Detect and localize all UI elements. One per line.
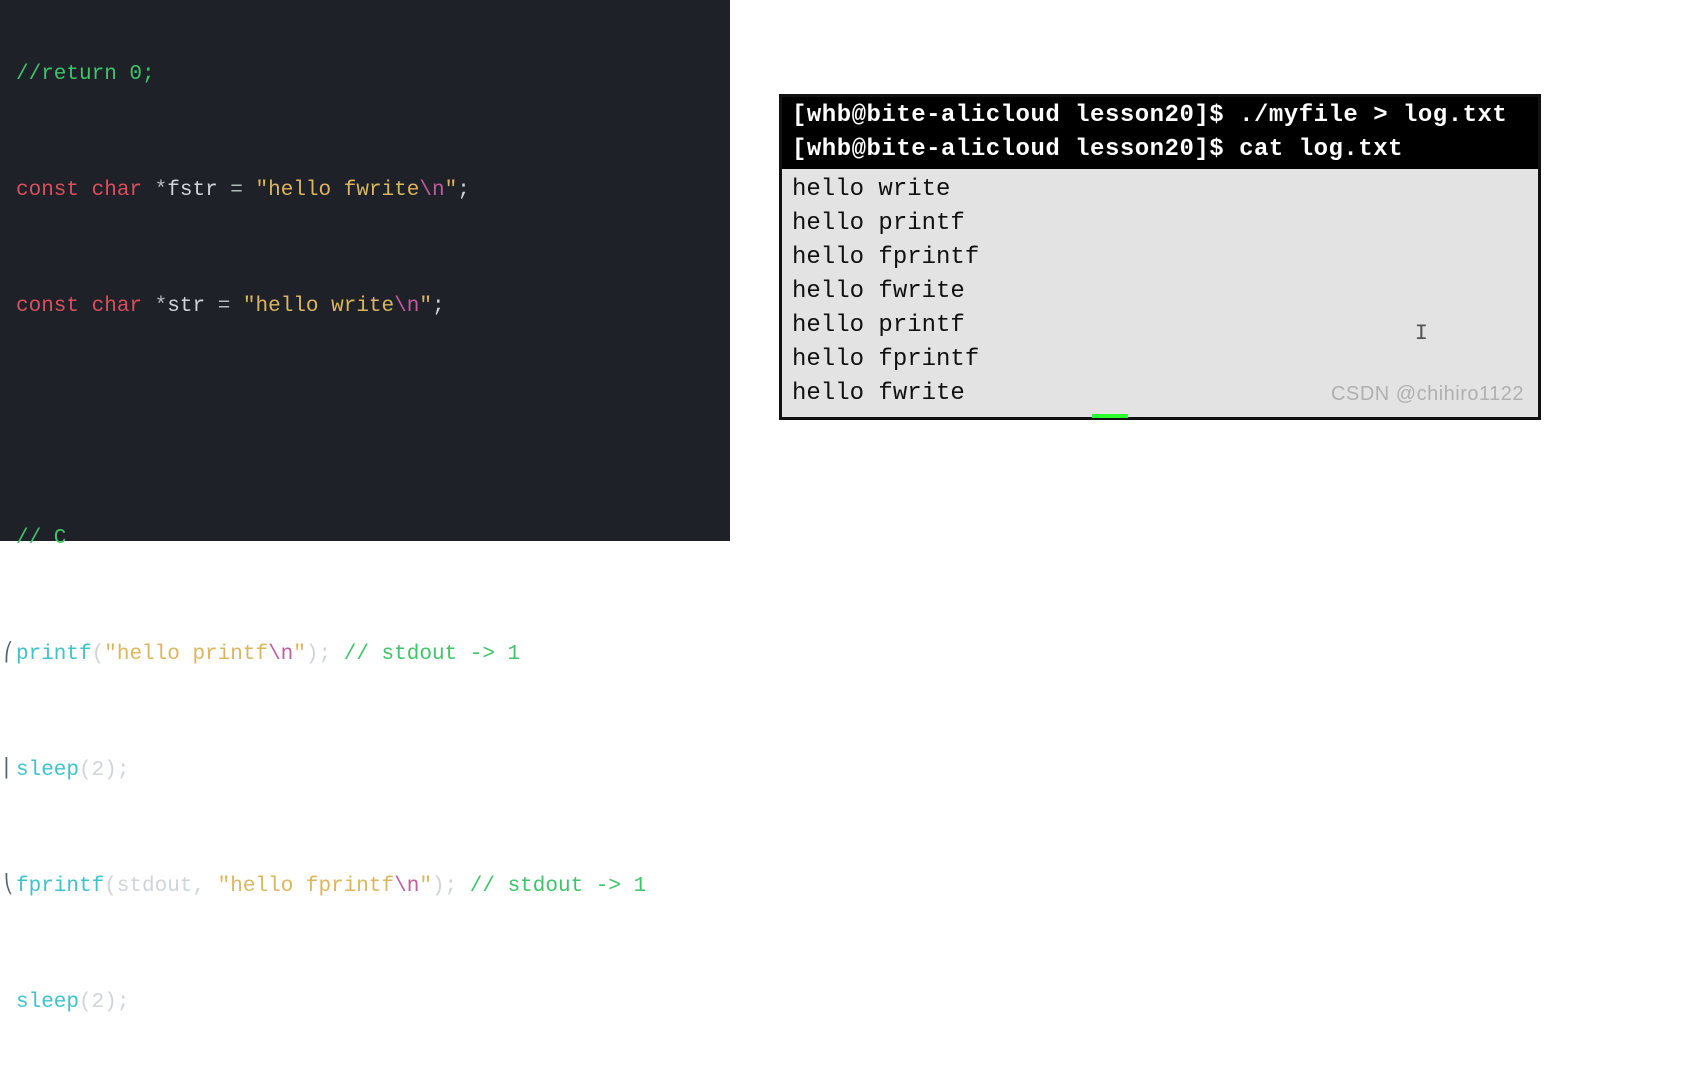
terminal-window[interactable]: [whb@bite-alicloud lesson20]$ ./myfile >…	[779, 94, 1541, 420]
code-line: //return 0;	[16, 60, 724, 89]
paren: (	[79, 759, 92, 782]
escape: \n	[268, 643, 293, 666]
escape: \n	[394, 875, 419, 898]
string-quote: "	[256, 179, 269, 202]
identifier: stdout	[117, 875, 193, 898]
semicolon: ;	[117, 759, 130, 782]
code-line: const char *str = "hello write\n";	[16, 292, 724, 321]
func: sleep	[16, 759, 79, 782]
keyword: const	[16, 295, 79, 318]
fold-guide-icon: ⎛	[4, 640, 13, 669]
string: hello fprintf	[230, 875, 394, 898]
func: sleep	[16, 991, 79, 1014]
string-quote: "	[293, 643, 306, 666]
terminal-body[interactable]: hello write hello printf hello fprintf h…	[782, 169, 1538, 417]
comment-text: //return 0;	[16, 63, 155, 86]
terminal-header: [whb@bite-alicloud lesson20]$ ./myfile >…	[782, 97, 1538, 169]
text-cursor-icon: I	[1415, 317, 1428, 351]
paren: (	[104, 875, 117, 898]
semicolon: ;	[457, 179, 470, 202]
paren: )	[104, 759, 117, 782]
paren: (	[79, 991, 92, 1014]
type: char	[92, 295, 142, 318]
output-line: hello fwrite	[792, 275, 1530, 309]
string-quote: "	[243, 295, 256, 318]
operator: *	[155, 295, 168, 318]
string-quote: "	[419, 295, 432, 318]
semicolon: ;	[432, 295, 445, 318]
fold-guide-icon: ⎜	[4, 756, 13, 785]
watermark: CSDN @chihiro1122	[1331, 377, 1524, 411]
number: 2	[92, 991, 105, 1014]
fold-guide-icon: ⎝	[4, 872, 13, 901]
prompt: [whb@bite-alicloud lesson20]$	[792, 102, 1239, 129]
command-text: cat log.txt	[1239, 136, 1403, 163]
code-line: sleep(2);	[16, 988, 724, 1017]
comma: ,	[192, 875, 217, 898]
identifier: str	[167, 295, 205, 318]
comment-text: // stdout -> 1	[344, 643, 520, 666]
semicolon: ;	[445, 875, 458, 898]
root: //return 0; const char *fstr = "hello fw…	[0, 0, 1708, 541]
string: hello printf	[117, 643, 268, 666]
output-line: hello fprintf	[792, 241, 1530, 275]
string: hello fwrite	[268, 179, 419, 202]
string-quote: "	[218, 875, 231, 898]
code-line: const char *fstr = "hello fwrite\n";	[16, 176, 724, 205]
code-line: // C	[16, 524, 724, 553]
output-line: hello write	[792, 173, 1530, 207]
string: hello write	[256, 295, 395, 318]
number: 2	[92, 759, 105, 782]
semicolon: ;	[117, 991, 130, 1014]
escape: \n	[394, 295, 419, 318]
code-line	[16, 408, 724, 437]
output-line: hello printf	[792, 207, 1530, 241]
comment-text: // C	[16, 527, 66, 550]
operator: =	[230, 179, 243, 202]
terminal-prompt-line: [whb@bite-alicloud lesson20]$ cat log.tx…	[792, 133, 1530, 167]
keyword: const	[16, 179, 79, 202]
string-quote: "	[104, 643, 117, 666]
command-text: ./myfile > log.txt	[1239, 102, 1507, 129]
type: char	[92, 179, 142, 202]
code-line: ⎝fprintf(stdout, "hello fprintf\n"); // …	[16, 872, 724, 901]
paren: )	[432, 875, 445, 898]
escape: \n	[419, 179, 444, 202]
paren: )	[306, 643, 319, 666]
string-quote: "	[445, 179, 458, 202]
string-quote: "	[419, 875, 432, 898]
operator: =	[218, 295, 231, 318]
prompt: [whb@bite-alicloud lesson20]$	[792, 136, 1239, 163]
func: printf	[16, 643, 92, 666]
paren: (	[92, 643, 105, 666]
paren: )	[104, 991, 117, 1014]
code-editor[interactable]: //return 0; const char *fstr = "hello fw…	[0, 0, 730, 541]
accent-bar	[1092, 414, 1128, 418]
code-line: ⎜sleep(2);	[16, 756, 724, 785]
operator: *	[155, 179, 168, 202]
identifier: fstr	[167, 179, 217, 202]
comment-text: // stdout -> 1	[470, 875, 646, 898]
code-line: ⎛printf("hello printf\n"); // stdout -> …	[16, 640, 724, 669]
semicolon: ;	[319, 643, 332, 666]
func: fprintf	[16, 875, 104, 898]
terminal-prompt-line: [whb@bite-alicloud lesson20]$ ./myfile >…	[792, 99, 1530, 133]
